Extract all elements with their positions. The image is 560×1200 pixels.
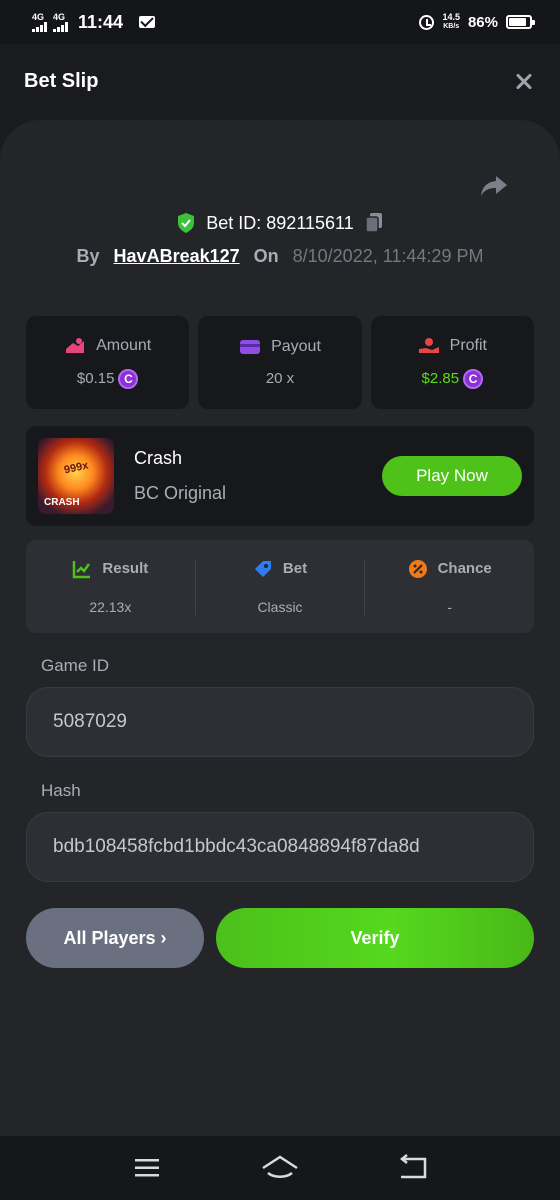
game-name: Crash: [134, 448, 183, 468]
share-icon[interactable]: [480, 174, 508, 198]
hash-field[interactable]: bdb108458fcbd1bbdc43ca0848894f87da8d: [26, 812, 534, 882]
network-indicator-2: 4G: [53, 12, 68, 32]
all-players-button[interactable]: All Players ›: [26, 908, 204, 968]
bet-byline: By HavABreak127 On 8/10/2022, 11:44:29 P…: [0, 246, 560, 267]
wallet-icon: [240, 340, 261, 354]
stat-amount: Amount $0.15 C: [26, 316, 190, 409]
mail-icon: [139, 16, 156, 28]
clock: 11:44: [78, 11, 124, 32]
bet-tag-icon: [254, 560, 271, 577]
shield-check-icon: [178, 213, 195, 233]
page-title: Bet Slip: [24, 69, 99, 92]
battery-percent: 86%: [467, 13, 498, 31]
chart-check-icon: [73, 560, 91, 578]
chance-cell: Chance -: [364, 558, 534, 615]
alarm-icon: [419, 14, 435, 30]
profit-hand-icon: [418, 337, 439, 353]
game-thumbnail[interactable]: 999x CRASH: [38, 438, 114, 514]
signal-icon: [32, 21, 47, 32]
username-link[interactable]: HavABreak127: [114, 246, 240, 267]
game-id-field[interactable]: 5087029: [26, 687, 534, 757]
result-panel: Result 22.13x Bet Classic Chance -: [26, 540, 534, 633]
close-icon[interactable]: [512, 69, 536, 93]
bet-date: 8/10/2022, 11:44:29 PM: [292, 246, 484, 266]
game-id-label: Game ID: [41, 656, 110, 675]
header: Bet Slip: [0, 44, 560, 118]
signal-icon: [53, 21, 68, 32]
back-icon[interactable]: [393, 1151, 433, 1185]
system-nav-bar: [0, 1136, 560, 1200]
hash-label: Hash: [41, 781, 81, 800]
menu-icon[interactable]: [127, 1151, 167, 1185]
battery-icon: [506, 15, 535, 29]
coin-icon: C: [463, 368, 484, 389]
bet-type-cell: Bet Classic: [194, 558, 365, 615]
coin-icon: C: [118, 368, 139, 389]
network-speed: 14.5 KB/s: [442, 12, 460, 31]
network-indicator-1: 4G: [32, 12, 47, 32]
by-label: By: [76, 246, 100, 266]
bet-slip-sheet: Bet ID: 892115611 By HavABreak127 On 8/1…: [0, 120, 560, 1136]
percent-icon: [408, 559, 427, 578]
home-icon[interactable]: [260, 1151, 300, 1185]
amount-icon: [66, 337, 85, 353]
stat-payout: Payout 20 x: [198, 316, 362, 409]
bet-stats: Amount $0.15 C Payout 20 x Profit $2.85 …: [26, 316, 534, 409]
copy-icon[interactable]: [364, 212, 384, 234]
verify-button[interactable]: Verify: [216, 908, 534, 968]
on-label: On: [253, 246, 279, 266]
result-cell: Result 22.13x: [26, 559, 195, 615]
bet-id: Bet ID: 892115611: [206, 212, 354, 233]
stat-profit: Profit $2.85 C: [370, 316, 534, 409]
status-bar: 4G 4G 11:44 14.5 KB/s 86%: [0, 0, 560, 44]
game-subtitle: BC Original: [134, 483, 227, 503]
play-now-button[interactable]: Play Now: [382, 456, 522, 496]
game-card: 999x CRASH Crash BC Original Play Now: [26, 426, 534, 526]
bet-id-row: Bet ID: 892115611: [0, 212, 560, 234]
